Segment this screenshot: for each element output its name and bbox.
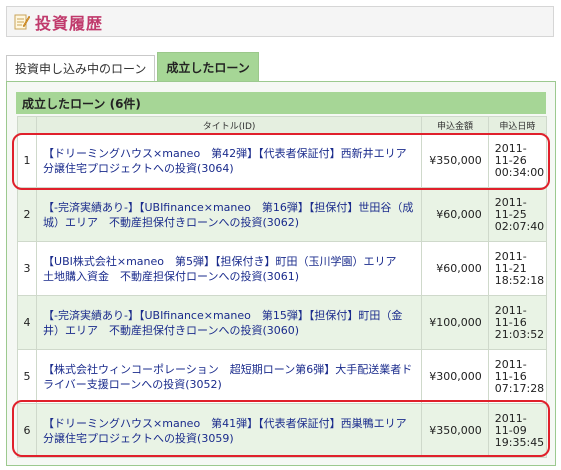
table-row: 4 【-完済実績あり-】【UBIfinance×maneo 第15弾】【担保付】… bbox=[16, 295, 548, 350]
memo-pencil-icon bbox=[14, 14, 30, 29]
row-number: 3 bbox=[16, 241, 38, 296]
table-row: 5 【株式会社ウィンコーポレーション 超短期ローン第6弾】大手配送業者ドライバー… bbox=[16, 349, 548, 404]
row-date: 2011- 11-09 19:35:45 bbox=[487, 403, 548, 458]
tab-pending-loans[interactable]: 投資申し込み中のローン bbox=[6, 55, 156, 82]
row-date: 2011- 11-16 07:17:28 bbox=[487, 349, 548, 404]
row-date: 2011- 11-25 02:07:40 bbox=[487, 187, 548, 242]
column-header-amount: 申込金額 bbox=[421, 116, 489, 134]
page-header: 投資履歴 bbox=[6, 6, 554, 37]
loan-title-link[interactable]: 【ドリーミングハウス×maneo 第42弾】【代表者保証付】西新井エリア 分譲住… bbox=[43, 147, 418, 175]
row-number: 2 bbox=[16, 187, 38, 242]
tab-closed-loans[interactable]: 成立したローン bbox=[157, 52, 259, 82]
table-row: 3 【UBI株式会社×maneo 第5弾】【担保付き】町田（玉川学園）エリア 土… bbox=[16, 241, 548, 296]
loan-title-link[interactable]: 【-完済実績あり-】【UBIfinance×maneo 第16弾】【担保付】世田… bbox=[43, 201, 413, 229]
row-number: 4 bbox=[16, 295, 38, 350]
row-date: 2011- 11-26 00:34:00 bbox=[487, 133, 548, 188]
row-date: 2011- 11-16 21:03:52 bbox=[487, 295, 548, 350]
row-amount: ¥350,000 bbox=[421, 133, 489, 188]
column-header-num bbox=[16, 116, 38, 134]
loan-title-link[interactable]: 【ドリーミングハウス×maneo 第41弾】【代表者保証付】西巣鴨エリア 分譲住… bbox=[43, 417, 418, 445]
loan-title-link[interactable]: 【株式会社ウィンコーポレーション 超短期ローン第6弾】大手配送業者ドライバー支援… bbox=[43, 363, 412, 391]
loans-table: タイトル(ID) 申込金額 申込日時 1 【ドリーミングハウス×maneo 第4… bbox=[16, 116, 548, 458]
row-amount: ¥350,000 bbox=[421, 403, 489, 458]
table-row: 2 【-完済実績あり-】【UBIfinance×maneo 第16弾】【担保付】… bbox=[16, 187, 548, 242]
section-title: 成立したローン (6件) bbox=[16, 92, 546, 114]
closed-loans-panel: 成立したローン (6件) タイトル(ID) 申込金額 申込日時 1 【ドリーミン… bbox=[6, 81, 556, 466]
row-number: 1 bbox=[16, 133, 38, 188]
row-amount: ¥300,000 bbox=[421, 349, 489, 404]
tab-bar: 投資申し込み中のローン 成立したローン bbox=[6, 52, 261, 82]
column-header-date: 申込日時 bbox=[487, 116, 548, 134]
table-row: 6 【ドリーミングハウス×maneo 第41弾】【代表者保証付】西巣鴨エリア 分… bbox=[16, 403, 548, 458]
row-number: 5 bbox=[16, 349, 38, 404]
row-amount: ¥100,000 bbox=[421, 295, 489, 350]
row-number: 6 bbox=[16, 403, 38, 458]
loan-title-link[interactable]: 【UBI株式会社×maneo 第5弾】【担保付き】町田（玉川学園）エリア 土地購… bbox=[43, 255, 407, 283]
loan-title-link[interactable]: 【-完済実績あり-】【UBIfinance×maneo 第15弾】【担保付】町田… bbox=[43, 309, 402, 337]
row-amount: ¥60,000 bbox=[421, 187, 489, 242]
table-row: 1 【ドリーミングハウス×maneo 第42弾】【代表者保証付】西新井エリア 分… bbox=[16, 133, 548, 188]
page-title: 投資履歴 bbox=[35, 13, 104, 33]
column-header-title: タイトル(ID) bbox=[36, 116, 423, 134]
row-amount: ¥60,000 bbox=[421, 241, 489, 296]
row-date: 2011- 11-21 18:52:18 bbox=[487, 241, 548, 296]
